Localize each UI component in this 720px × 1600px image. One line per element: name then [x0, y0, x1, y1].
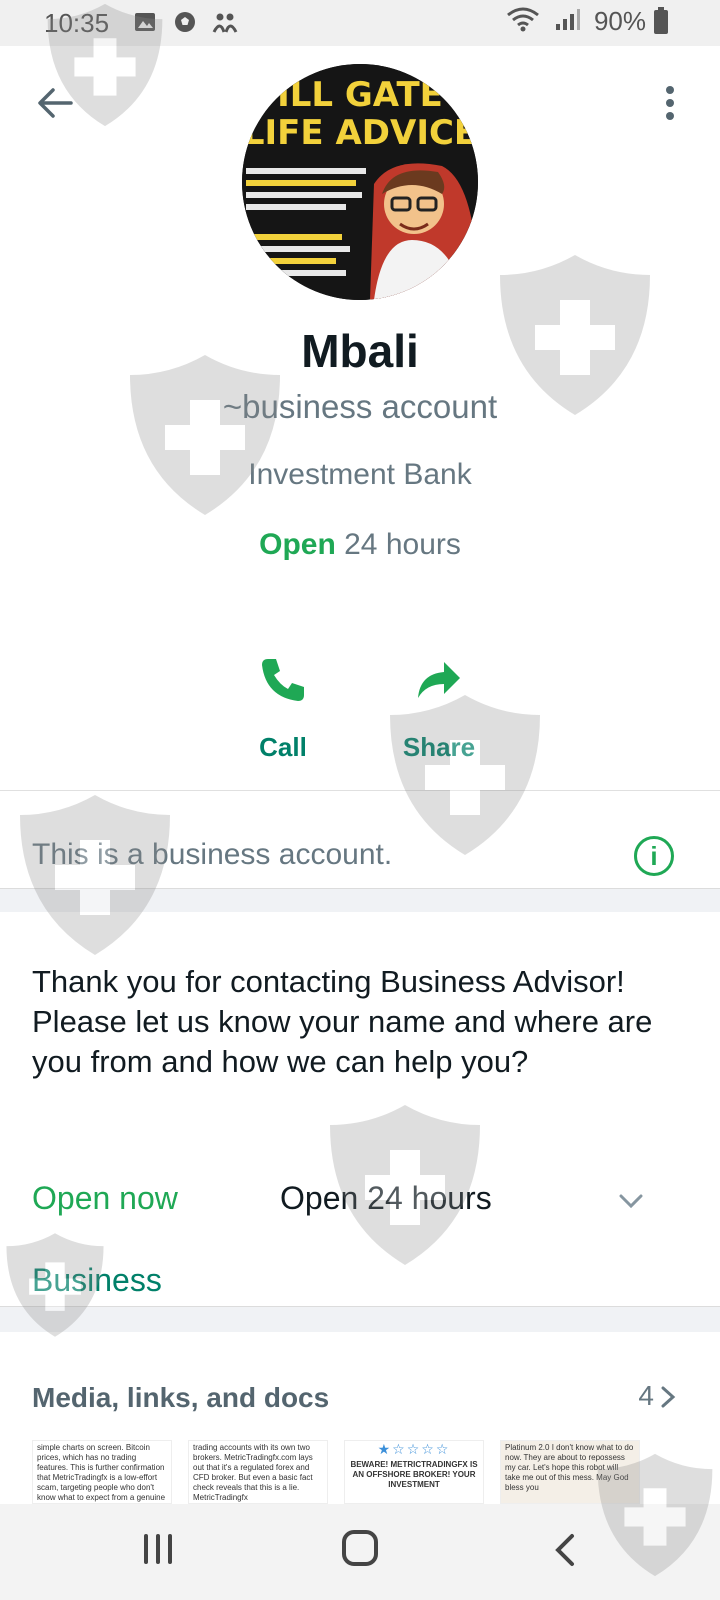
media-thumbnail[interactable]: Platinum 2.0 I don't know what to do now… [500, 1440, 640, 1504]
home-button[interactable] [342, 1530, 378, 1566]
open-status: Open [259, 528, 336, 561]
watermark-shield-icon [20, 795, 170, 955]
status-time: 10:35 [44, 8, 110, 38]
wifi-icon [506, 6, 540, 37]
business-category-link[interactable]: Business [32, 1262, 162, 1299]
business-category: Investment Bank [248, 458, 472, 491]
battery-icon [654, 6, 668, 34]
business-account-note: This is a business account. [32, 838, 393, 871]
hours-value: 24 hours [344, 528, 461, 561]
chevron-right-icon[interactable] [656, 1384, 680, 1410]
image-icon [132, 9, 158, 35]
system-nav-bar [0, 1504, 720, 1600]
business-description: Thank you for contacting Business Adviso… [32, 964, 653, 1079]
phone-icon [262, 659, 304, 701]
media-thumbnail[interactable]: ★☆☆☆☆ BEWARE! METRICTRADINGFX IS AN OFFS… [344, 1440, 484, 1504]
divider [0, 790, 720, 791]
nav-back-button[interactable] [550, 1532, 580, 1568]
open-hours-text[interactable]: Open 24 hours [280, 1180, 492, 1217]
media-thumbnail[interactable]: trading accounts with its own two broker… [188, 1440, 328, 1504]
profile-avatar[interactable]: ILL GATE LIFE ADVICE [242, 64, 478, 300]
business-hours-summary: Open 24 hours [0, 528, 720, 562]
media-thumbnails: simple charts on screen. Bitcoin prices,… [32, 1440, 640, 1504]
share-label: Share [402, 732, 476, 762]
arrow-left-icon [38, 88, 73, 118]
share-arrow-icon [418, 662, 460, 698]
status-system-icons: 90% [506, 6, 668, 37]
avatar-image: ILL GATE LIFE ADVICE [242, 64, 478, 300]
media-section-title[interactable]: Media, links, and docs [32, 1382, 329, 1414]
svg-text:ILL GATE: ILL GATE [277, 75, 443, 115]
status-bar: 10:35 90% [0, 0, 720, 46]
people-icon [212, 9, 238, 35]
svg-text:LIFE ADVICE: LIFE ADVICE [243, 113, 477, 153]
call-label: Call [259, 732, 307, 762]
media-count[interactable]: 4 [638, 1380, 654, 1412]
soccer-ball-icon [172, 9, 198, 35]
media-thumbnail[interactable]: simple charts on screen. Bitcoin prices,… [32, 1440, 172, 1504]
recents-button[interactable] [144, 1534, 172, 1564]
status-notification-icons [132, 9, 238, 35]
more-vertical-icon [666, 86, 674, 120]
more-options-button[interactable] [650, 78, 690, 128]
section-separator [0, 888, 720, 912]
contact-subname: ~business account [222, 388, 498, 425]
back-button[interactable] [30, 78, 80, 128]
battery-percent: 90% [593, 6, 646, 36]
open-now-status: Open now [32, 1180, 178, 1216]
info-icon[interactable]: i [634, 836, 674, 876]
share-button[interactable]: Share [374, 650, 504, 763]
signal-icon [554, 6, 580, 37]
section-separator [0, 1306, 720, 1332]
chevron-down-icon[interactable] [616, 1186, 646, 1216]
star-rating-icon: ★☆☆☆☆ [377, 1441, 451, 1457]
call-button[interactable]: Call [218, 650, 348, 763]
contact-name: Mbali [301, 325, 419, 377]
